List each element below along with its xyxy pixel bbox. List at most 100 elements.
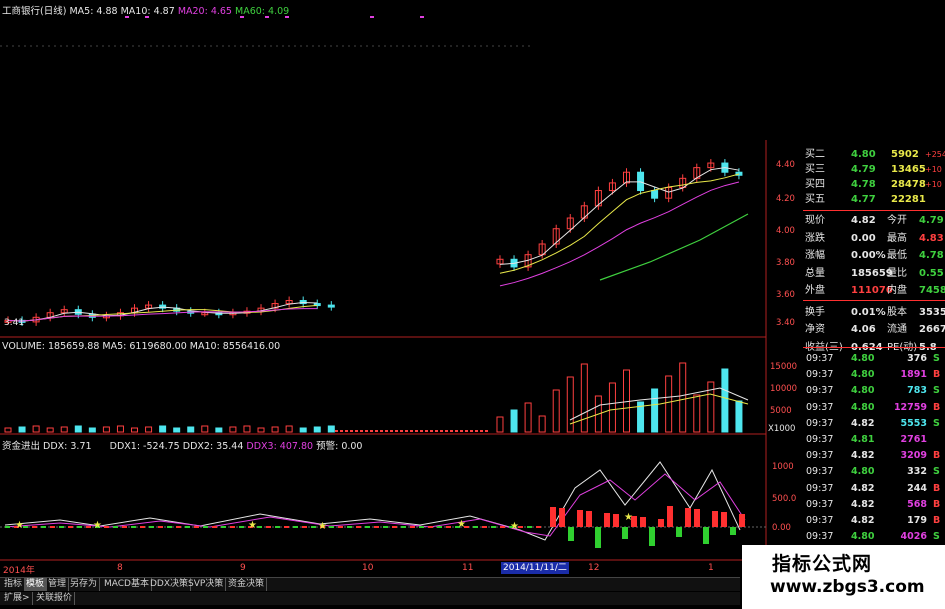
- tick-row[interactable]: 09:37 4.80 332 S: [803, 465, 945, 479]
- tick-side: B: [933, 498, 941, 510]
- volume-bar: [159, 425, 167, 433]
- tick-row[interactable]: 09:37 4.80 12759 B: [803, 401, 945, 415]
- quote-value: 4.83: [919, 232, 944, 244]
- ddx-bar: [568, 527, 574, 541]
- volume-bar: [116, 425, 124, 433]
- watermark-title: 指标公式网: [772, 553, 873, 575]
- quote-row: 外盘111076内盘74583: [803, 284, 945, 298]
- toolbar-tab[interactable]: 关联报价: [34, 592, 76, 605]
- ddx-bar: [239, 526, 244, 528]
- tick-volume: 179: [907, 515, 927, 526]
- volume-bar: [271, 426, 279, 433]
- volume-bar: [131, 427, 139, 433]
- volume-bar: [420, 430, 423, 432]
- toolbar-tab[interactable]: 扩展>: [2, 592, 33, 605]
- toolbar-tab[interactable]: MACD基本: [102, 578, 152, 591]
- volume-bar: [460, 430, 463, 432]
- kline-chart[interactable]: ★ ★ ★ ★ ★ ★ ★: [0, 0, 800, 580]
- tick-side: B: [933, 482, 941, 494]
- panel-divider: [803, 347, 945, 348]
- order-book-row[interactable]: 买三 4.79 13465 +10: [803, 163, 945, 177]
- tick-volume: 1891: [900, 369, 927, 381]
- quote-panel: 买二 4.80 5902 +254 买三 4.79 13465 +10 买四 4.78 28478 +…: [803, 140, 945, 600]
- tick-row[interactable]: 09:37 4.82 5553 S: [803, 417, 945, 431]
- tick-price: 4.80: [851, 369, 875, 381]
- tick-row[interactable]: 09:37 4.80 376 S: [803, 352, 945, 366]
- ddx-bar: [275, 526, 280, 528]
- order-book-row[interactable]: 买四 4.78 28478 +10: [803, 178, 945, 192]
- tick-volume: 12759: [893, 401, 927, 413]
- tick-row[interactable]: 09:37 4.80 1891 B: [803, 368, 945, 382]
- ddx-bar: [32, 526, 37, 528]
- volume-bar: [145, 426, 153, 433]
- volume-bar: [651, 388, 659, 433]
- volume-bar: [88, 427, 96, 433]
- ddx-bar: [5, 526, 10, 528]
- quote-row: 涨幅 0.00% 最低 4.78: [803, 249, 945, 263]
- tick-side: S: [933, 531, 940, 543]
- quote-label: 涨幅: [805, 250, 825, 261]
- quote-label: 流通: [887, 324, 907, 335]
- volume-tick: 5000: [770, 406, 792, 416]
- toolbar-tab[interactable]: DDX决策: [148, 578, 192, 591]
- price-tick: 3.80: [776, 258, 795, 268]
- tick-row[interactable]: 09:37 4.81 2761: [803, 433, 945, 447]
- tick-time: 09:37: [806, 482, 834, 494]
- volume-bar: [360, 430, 363, 432]
- volume-bar: [201, 425, 209, 433]
- toolbar-tab[interactable]: 模板: [24, 578, 48, 591]
- volume-bar: [32, 425, 40, 433]
- volume-bar: [524, 402, 532, 433]
- tick-price: 4.82: [851, 498, 875, 510]
- ddx-bar: [113, 526, 118, 528]
- signal-marker: [420, 16, 424, 18]
- signal-marker: [240, 16, 244, 18]
- volume-bar: [350, 430, 353, 432]
- toolbar-tab[interactable]: 另存为: [68, 578, 101, 591]
- ddx-bar: [293, 526, 298, 528]
- order-volume: 5902: [891, 149, 919, 160]
- quote-value: 0.01%: [851, 306, 886, 318]
- quote-value: 4.78: [919, 250, 944, 261]
- ddx-bar: [559, 508, 565, 527]
- toolbar-tab[interactable]: SVP决策: [186, 578, 227, 591]
- tick-side: B: [933, 515, 941, 526]
- quote-label: 现价: [805, 215, 825, 226]
- order-level: 买三: [805, 164, 825, 175]
- tick-volume: 568: [907, 498, 927, 510]
- signal-star-icon: ★: [93, 520, 102, 531]
- quote-value: 74583: [919, 285, 945, 296]
- tick-row[interactable]: 09:37 4.82 244 B: [803, 482, 945, 496]
- quote-row: 换手 0.01%股本 3535亿: [803, 306, 945, 320]
- volume-header: VOLUME: 185659.88 MA5: 6119680.00 MA10: …: [2, 341, 281, 352]
- volume-bar: [552, 389, 560, 433]
- ddx-bar: [419, 526, 424, 528]
- tick-row[interactable]: 09:37 4.82 568 B: [803, 498, 945, 512]
- volume-bar: [480, 430, 483, 432]
- order-volume: 22281: [891, 194, 926, 205]
- ddx-bar: [122, 526, 127, 528]
- volume-bar: [187, 426, 195, 433]
- order-book-row[interactable]: 买五 4.77 22281: [803, 193, 945, 207]
- volume-bar: [665, 375, 673, 433]
- ddx-bar: [739, 514, 745, 527]
- tick-row[interactable]: 09:37 4.80 4026 S: [803, 530, 945, 544]
- tick-volume: 3209: [900, 450, 927, 462]
- tick-row[interactable]: 09:37 4.80 783 S: [803, 384, 945, 398]
- time-tick: 8: [117, 563, 123, 573]
- ddx-bar: [410, 526, 415, 528]
- time-tick: 12: [588, 563, 600, 573]
- toolbar-tab[interactable]: 资金决策: [226, 578, 268, 591]
- tick-row[interactable]: 09:37 4.82 3209 B: [803, 449, 945, 463]
- toolbar-tab[interactable]: 管理: [46, 578, 70, 591]
- volume-bar: [375, 430, 378, 432]
- order-book-row[interactable]: 买二 4.80 5902 +254: [803, 148, 945, 162]
- tick-volume: 376: [907, 353, 927, 364]
- tick-volume: 332: [907, 466, 927, 478]
- volume-bar: [425, 430, 428, 432]
- tick-row[interactable]: 09:37 4.82 179 B: [803, 514, 945, 528]
- tick-time: 09:37: [806, 498, 834, 510]
- ddx-bar: [491, 526, 496, 528]
- toolbar-tab[interactable]: 指标: [2, 578, 26, 591]
- price-tick: 3.60: [776, 290, 795, 300]
